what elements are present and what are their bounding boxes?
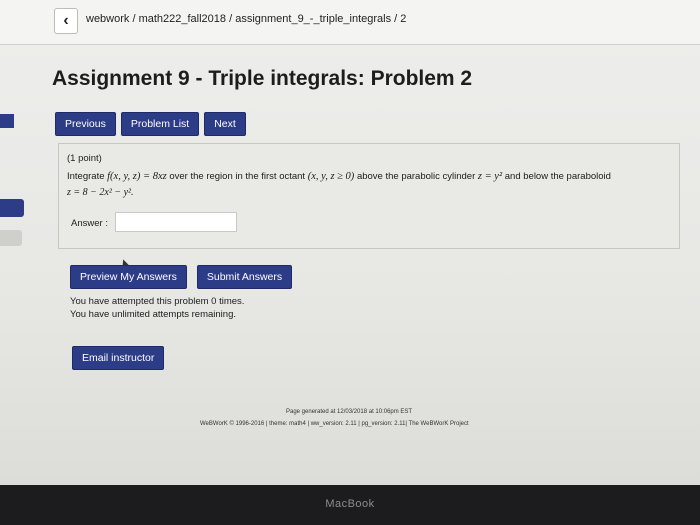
math-function: f(x, y, z) = 8xz	[107, 171, 167, 182]
problem-text: Integrate f(x, y, z) = 8xz over the regi…	[67, 171, 611, 182]
problem-points: (1 point)	[67, 153, 102, 164]
problem-list-button[interactable]: Problem List	[120, 112, 200, 136]
device-label: MacBook	[325, 498, 375, 510]
top-bar: ‹ webwork / math222_fall2018 / assignmen…	[0, 0, 700, 45]
attempt-status: You have attempted this problem 0 times.…	[70, 295, 244, 321]
browser-screen: ‹ webwork / math222_fall2018 / assignmen…	[0, 0, 700, 485]
problem-nav: Previous Problem List Next	[55, 112, 246, 136]
attempts-text: You have attempted this problem 0 times.	[70, 296, 245, 307]
math-cylinder: z = y²	[477, 171, 503, 182]
back-button[interactable]: ‹	[54, 8, 78, 34]
chevron-left-icon: ‹	[63, 12, 69, 29]
math-octant: (x, y, z ≥ 0)	[307, 171, 355, 182]
email-instructor-button[interactable]: Email instructor	[72, 346, 165, 370]
remaining-text: You have unlimited attempts remaining.	[70, 309, 236, 320]
sidebar-tab-2[interactable]	[0, 199, 24, 217]
problem-text-line2: z = 8 − 2x² − y².	[67, 187, 134, 198]
problem-text-d: and below the paraboloid	[502, 171, 611, 182]
submit-row: Preview My Answers Submit Answers	[70, 265, 293, 289]
page-title: Assignment 9 - Triple integrals: Problem…	[52, 67, 473, 90]
next-button[interactable]: Next	[204, 112, 246, 136]
problem-box: (1 point) Integrate f(x, y, z) = 8xz ove…	[58, 143, 680, 249]
sidebar-tab-1[interactable]	[0, 114, 14, 128]
sidebar-tab-3[interactable]	[0, 230, 22, 246]
answer-input[interactable]	[115, 212, 237, 232]
answer-label: Answer :	[71, 218, 108, 229]
previous-button[interactable]: Previous	[55, 112, 116, 136]
problem-text-a: Integrate	[67, 171, 108, 182]
footer-credits: WeBWorK © 1996-2016 | theme: math4 | ww_…	[200, 421, 469, 427]
submit-answers-button[interactable]: Submit Answers	[196, 265, 293, 289]
footer-generated: Page generated at 12/03/2018 at 10:06pm …	[286, 409, 413, 415]
problem-text-c: above the parabolic cylinder	[354, 171, 478, 182]
preview-answers-button[interactable]: Preview My Answers	[70, 265, 187, 289]
breadcrumb: webwork / math222_fall2018 / assignment_…	[86, 13, 407, 25]
problem-text-b: over the region in the first octant	[166, 171, 308, 182]
